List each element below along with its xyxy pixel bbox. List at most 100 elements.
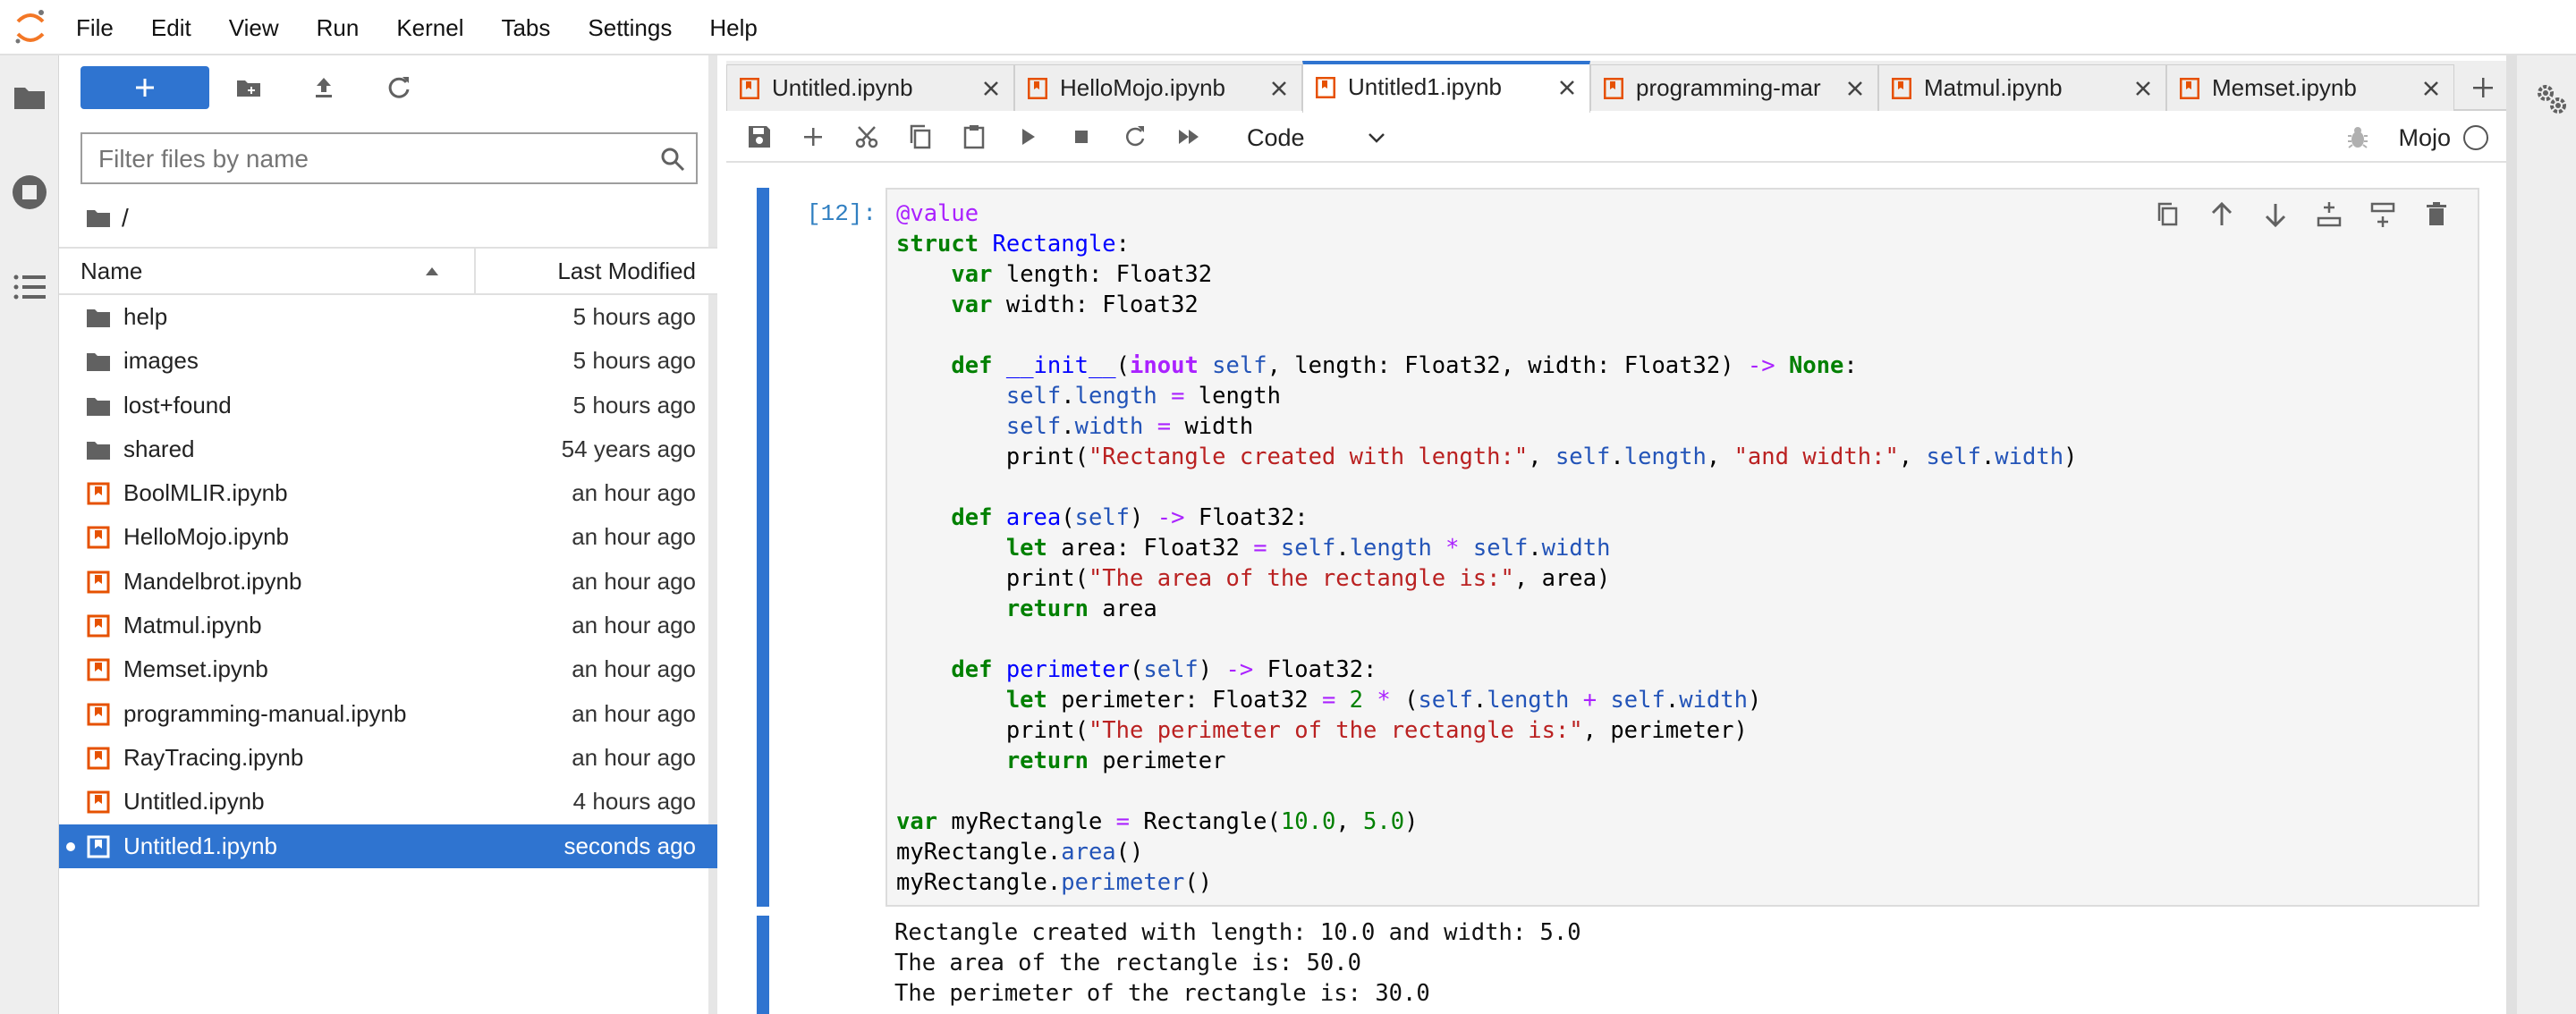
file-row[interactable]: RayTracing.ipynb an hour ago <box>59 736 717 780</box>
folder-icon <box>87 309 110 327</box>
close-icon[interactable] <box>1845 79 1865 98</box>
output-collapser[interactable] <box>757 916 769 1014</box>
stop-icon[interactable] <box>1068 123 1095 150</box>
move-up-icon[interactable] <box>2207 200 2236 229</box>
column-header-name[interactable]: Name <box>80 249 142 293</box>
menu-settings[interactable]: Settings <box>569 0 691 55</box>
run-icon[interactable] <box>1014 123 1041 150</box>
file-row[interactable]: programming-manual.ipynb an hour ago <box>59 692 717 736</box>
code-line[interactable]: @value <box>896 199 2077 229</box>
file-row[interactable]: HelloMojo.ipynb an hour ago <box>59 515 717 559</box>
property-inspector-icon[interactable] <box>2533 80 2569 116</box>
file-modified: an hour ago <box>572 655 696 683</box>
file-list-header: Name Last Modified <box>59 247 717 295</box>
file-row[interactable]: BoolMLIR.ipynb an hour ago <box>59 471 717 515</box>
code-line[interactable]: return area <box>896 594 2077 624</box>
code-line[interactable]: return perimeter <box>896 746 2077 776</box>
restart-icon[interactable] <box>1122 123 1148 150</box>
copy-icon[interactable] <box>907 123 934 150</box>
tab-untitled[interactable]: Untitled.ipynb <box>726 64 1014 111</box>
file-row[interactable]: images 5 hours ago <box>59 339 717 383</box>
folder-icon[interactable] <box>9 77 50 118</box>
insert-below-icon[interactable] <box>2368 200 2397 229</box>
code-line[interactable]: def __init__(inout self, length: Float32… <box>896 351 2077 381</box>
close-icon[interactable] <box>2133 79 2153 98</box>
menu-view[interactable]: View <box>210 0 298 55</box>
code-line[interactable]: def area(self) -> Float32: <box>896 503 2077 533</box>
menu-help[interactable]: Help <box>691 0 775 55</box>
kernel-name[interactable]: Mojo <box>2398 113 2451 163</box>
delete-icon[interactable] <box>2422 200 2451 229</box>
refresh-icon[interactable] <box>385 73 413 102</box>
upload-icon[interactable] <box>309 73 338 102</box>
code-line[interactable]: var width: Float32 <box>896 290 2077 320</box>
new-folder-icon[interactable] <box>234 73 263 102</box>
code-line[interactable]: print("The perimeter of the rectangle is… <box>896 715 2077 746</box>
new-tab-icon[interactable] <box>2460 64 2506 111</box>
code-line[interactable]: def perimeter(self) -> Float32: <box>896 655 2077 685</box>
add-cell-icon[interactable] <box>800 123 826 150</box>
code-line[interactable]: print("Rectangle created with length:", … <box>896 442 2078 472</box>
code-line[interactable]: print("The area of the rectangle is:", a… <box>896 563 2077 594</box>
menu-kernel[interactable]: Kernel <box>377 0 482 55</box>
code-content[interactable]: @value struct Rectangle: var length: Floa… <box>896 199 2077 898</box>
code-line[interactable]: ​ <box>896 320 2077 351</box>
cut-icon[interactable] <box>853 123 880 150</box>
code-line[interactable]: ​ <box>896 776 2077 807</box>
tab-memset[interactable]: Memset.ipynb <box>2166 64 2454 111</box>
breadcrumb-path[interactable]: / <box>122 204 129 232</box>
output-line: The perimeter of the rectangle is: 30.0 <box>894 980 1430 1007</box>
code-line[interactable]: self.width = width <box>896 411 2077 442</box>
file-row[interactable]: shared 54 years ago <box>59 427 717 471</box>
run-all-icon[interactable] <box>1175 123 1202 150</box>
column-header-last-modified[interactable]: Last Modified <box>557 249 696 293</box>
close-icon[interactable] <box>1269 79 1289 98</box>
code-line[interactable]: var myRectangle = Rectangle(10.0, 5.0) <box>896 807 2077 837</box>
cell-type-dropdown[interactable]: Code <box>1236 118 1397 157</box>
move-down-icon[interactable] <box>2261 200 2290 229</box>
file-name: RayTracing.ipynb <box>123 743 304 771</box>
file-row[interactable]: Untitled.ipynb 4 hours ago <box>59 780 717 824</box>
file-row[interactable]: Matmul.ipynb an hour ago <box>59 604 717 647</box>
tab-hellomojo[interactable]: HelloMojo.ipynb <box>1014 64 1302 111</box>
insert-above-icon[interactable] <box>2315 200 2343 229</box>
menu-file[interactable]: File <box>57 0 132 55</box>
code-line[interactable]: ​ <box>896 472 2077 503</box>
code-line[interactable]: self.length = length <box>896 381 2077 411</box>
close-icon[interactable] <box>1557 78 1577 97</box>
file-filter-field[interactable] <box>80 132 698 184</box>
running-icon[interactable] <box>9 172 50 213</box>
debugger-icon[interactable] <box>2345 125 2370 150</box>
code-line[interactable]: ​ <box>896 624 2077 655</box>
code-line[interactable]: var length: Float32 <box>896 259 2077 290</box>
toc-icon[interactable] <box>9 266 50 308</box>
close-icon[interactable] <box>2421 79 2441 98</box>
file-row[interactable]: Untitled1.ipynb seconds ago <box>59 824 717 868</box>
save-icon[interactable] <box>746 123 773 150</box>
close-icon[interactable] <box>981 79 1001 98</box>
file-row[interactable]: Mandelbrot.ipynb an hour ago <box>59 560 717 604</box>
code-line[interactable]: struct Rectangle: <box>896 229 2077 259</box>
paste-icon[interactable] <box>961 123 987 150</box>
code-line[interactable]: let area: Float32 = self.length * self.w… <box>896 533 2077 563</box>
file-row[interactable]: Memset.ipynb an hour ago <box>59 647 717 691</box>
duplicate-icon[interactable] <box>2154 200 2182 229</box>
file-filter-input[interactable] <box>98 143 635 175</box>
file-row[interactable]: help 5 hours ago <box>59 295 717 339</box>
cell-collapser[interactable] <box>757 188 769 907</box>
menu-edit[interactable]: Edit <box>132 0 210 55</box>
new-launcher-button[interactable] <box>80 66 209 109</box>
code-line[interactable]: let perimeter: Float32 = 2 * (self.lengt… <box>896 685 2077 715</box>
code-cell-editor[interactable]: @value struct Rectangle: var length: Floa… <box>886 188 2479 907</box>
menu-run[interactable]: Run <box>298 0 378 55</box>
file-row[interactable]: lost+found 5 hours ago <box>59 384 717 427</box>
tab-matmul[interactable]: Matmul.ipynb <box>1878 64 2166 111</box>
code-line[interactable]: myRectangle.perimeter() <box>896 867 2077 898</box>
file-modified: 4 hours ago <box>572 788 696 815</box>
column-divider[interactable] <box>474 249 476 293</box>
tab-untitled1[interactable]: Untitled1.ipynb <box>1302 61 1590 113</box>
menu-tabs[interactable]: Tabs <box>482 0 569 55</box>
home-folder-icon[interactable] <box>86 207 111 229</box>
code-line[interactable]: myRectangle.area() <box>896 837 2077 867</box>
tab-programming-manual[interactable]: programming-mar <box>1590 64 1878 111</box>
